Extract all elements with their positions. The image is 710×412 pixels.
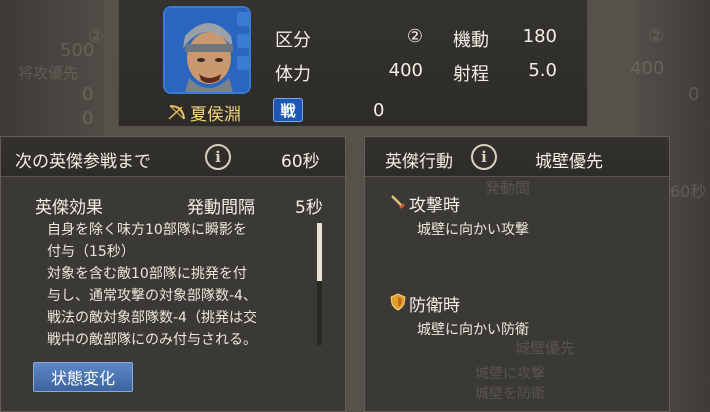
next-join-header: 次の英傑参戦まで i 60秒 [1,137,345,177]
defense-description: 城壁に向かい防衛 [417,322,529,338]
hp-label: 体力 [275,64,311,85]
hp-value: 400 [388,60,423,81]
range-value: 5.0 [528,60,557,81]
attack-label: 攻撃時 [409,196,460,216]
next-join-label: 次の英傑参戦まで [15,152,151,172]
category-label: 区分 [275,30,311,51]
portrait-tag [237,56,249,70]
category-value: ② [406,26,423,47]
ghost-text: 0 [82,108,94,129]
hero-portrait [165,8,249,92]
info-icon[interactable]: i [205,144,231,170]
war-value: 0 [373,100,385,121]
hero-action-value: 城壁優先 [535,152,603,172]
ghost-text: 500 [60,40,95,61]
hero-action-header: 英傑行動 i 城壁優先 [365,137,669,177]
ghost-text: 城壁に攻撃 [475,366,545,382]
description-line: 自身を除く味方10部隊に瞬影を [47,222,247,238]
portrait-tag [237,34,249,48]
interval-label: 発動間隔 [187,198,255,218]
hero-action-label: 英傑行動 [385,152,453,172]
portrait-tag-strip [237,12,249,70]
hero-action-panel: 英傑行動 i 城壁優先 攻撃時 城壁に向かい攻撃 防衛時 城壁に向かい防衛 発動… [364,136,670,412]
status-change-button[interactable]: 状態変化 [33,362,133,392]
ghost-text: 0 [82,84,94,105]
ghost-text: 60秒 [670,182,707,201]
troop-type-badge: 戦 [273,98,303,122]
description-line: 戦法の敵対象部隊数-4（挑発は交 [47,310,257,326]
ghost-text: 城壁を防衛 [475,386,545,402]
hero-effect-label: 英傑効果 [35,198,103,218]
unit-stats-panel: 区分 ② 機動 180 体力 400 射程 5.0 夏侯淵 戦 0 [118,0,588,127]
description-line: 与し、通常攻撃の対象部隊数-4、 [47,288,257,304]
ghost-text: 城壁優先 [515,339,576,357]
ghost-text: 400 [630,58,665,79]
hero-name: 夏侯淵 [167,100,241,125]
bow-icon [168,104,185,120]
effect-description: 自身を除く味方10部隊に瞬影を 付与（15秒） 対象を含む敵10部隊に挑発を付 … [47,219,257,351]
ghost-text: 0 [688,84,700,105]
mobility-label: 機動 [453,30,489,51]
info-icon[interactable]: i [471,144,497,170]
sword-icon [391,195,405,209]
description-scrollbar-thumb[interactable] [317,223,322,281]
interval-value: 5秒 [295,198,323,218]
ghost-text: ② [648,26,665,47]
portrait-tag [237,12,249,26]
range-label: 射程 [453,64,489,85]
description-line: 対象を含む敵10部隊に挑発を付 [47,266,247,282]
attack-description: 城壁に向かい攻撃 [417,222,529,238]
ghost-text: 将攻優先 [18,64,79,82]
hero-name-text: 夏侯淵 [190,105,241,125]
shield-icon [390,293,406,311]
defense-label: 防衛時 [409,296,460,316]
description-line: 戦中の敵部隊にのみ付与される。 [47,332,257,348]
mobility-value: 180 [522,26,557,47]
description-line: 付与（15秒） [47,244,135,260]
next-join-value: 60秒 [281,152,320,172]
ghost-text: 発動間 [485,179,531,197]
